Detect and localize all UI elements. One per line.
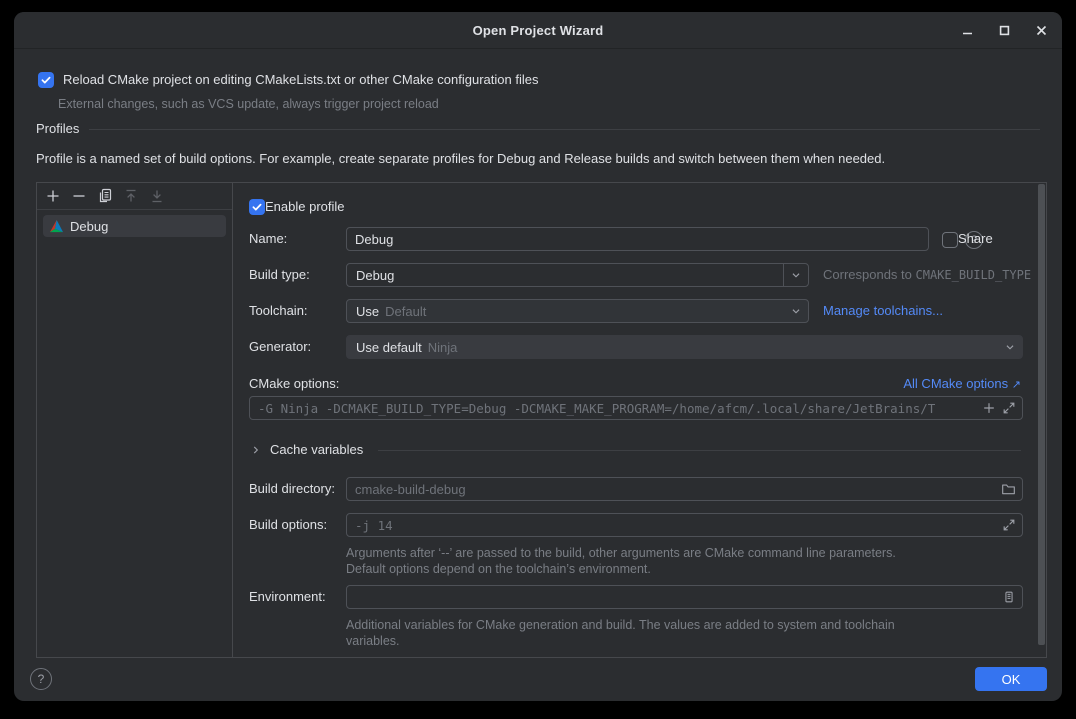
profiles-title: Profiles <box>36 121 79 137</box>
open-project-wizard-dialog: Open Project Wizard Reload CMake project… <box>14 12 1062 701</box>
generator-value: Use defaultNinja <box>347 340 457 355</box>
enable-profile-row: Enable profile <box>233 197 1046 221</box>
profiles-panel: Debug Enable profile Name: <box>36 182 1047 658</box>
minus-icon <box>71 188 87 204</box>
variables-list-icon[interactable] <box>1002 590 1016 604</box>
profile-list-item-debug[interactable]: Debug <box>43 215 226 237</box>
reload-cmake-checkbox[interactable] <box>38 72 54 88</box>
toolchain-label: Toolchain: <box>249 299 308 323</box>
chevron-down-icon <box>998 336 1022 358</box>
move-up-button[interactable] <box>123 188 139 204</box>
generator-row: Generator: Use defaultNinja <box>233 335 1046 359</box>
window-controls <box>958 12 1050 48</box>
minimize-icon <box>960 23 975 38</box>
cmake-options-header-row: CMake options: All CMake options ↗ <box>233 372 1046 396</box>
copy-profile-button[interactable] <box>97 188 113 204</box>
cmake-options-field[interactable] <box>249 396 1023 420</box>
minimize-button[interactable] <box>958 21 976 39</box>
external-link-icon: ↗ <box>1012 379 1021 391</box>
build-type-label: Build type: <box>249 263 310 287</box>
toolchain-select[interactable]: UseDefault <box>346 299 809 323</box>
window-title: Open Project Wizard <box>473 23 604 38</box>
profiles-description: Profile is a named set of build options.… <box>36 151 885 166</box>
expand-icon[interactable] <box>1002 518 1016 532</box>
plus-icon <box>45 188 61 204</box>
build-type-note: Corresponds to CMAKE_BUILD_TYPE <box>823 263 1031 287</box>
section-divider <box>378 450 1021 451</box>
profiles-list-panel: Debug <box>37 183 233 657</box>
build-options-hint-1: Arguments after ‘--’ are passed to the b… <box>346 545 896 561</box>
name-input[interactable] <box>347 228 928 250</box>
folder-icon[interactable] <box>1001 482 1016 497</box>
profiles-toolbar <box>37 183 232 210</box>
build-directory-input[interactable] <box>347 478 1001 500</box>
build-directory-field[interactable] <box>346 477 1023 501</box>
cmake-options-input[interactable] <box>250 397 982 419</box>
build-options-field[interactable] <box>346 513 1023 537</box>
build-type-select[interactable]: Debug <box>346 263 809 287</box>
environment-field[interactable] <box>346 585 1023 609</box>
share-checkbox[interactable] <box>942 232 958 248</box>
build-options-input[interactable] <box>347 514 1002 536</box>
profiles-list: Debug <box>37 210 232 242</box>
move-down-icon <box>149 188 165 204</box>
build-directory-row: Build directory: <box>233 477 1046 501</box>
build-options-hint-2: Default options depend on the toolchain’… <box>346 561 651 577</box>
name-row: Name: Share ? <box>233 227 1046 251</box>
build-type-value: Debug <box>347 268 394 283</box>
environment-hint-2: variables. <box>346 633 400 649</box>
environment-input[interactable] <box>347 586 1002 608</box>
name-field[interactable] <box>346 227 929 251</box>
chevron-down-icon <box>783 264 808 286</box>
ok-button[interactable]: OK <box>975 667 1047 691</box>
dialog-help-button[interactable]: ? <box>30 668 52 690</box>
build-options-row: Build options: <box>233 513 1046 537</box>
copy-icon <box>97 188 113 204</box>
reload-cmake-label: Reload CMake project on editing CMakeLis… <box>63 72 538 88</box>
generator-select[interactable]: Use defaultNinja <box>346 335 1023 359</box>
remove-profile-button[interactable] <box>71 188 87 204</box>
check-icon <box>40 74 52 86</box>
section-divider <box>89 129 1040 130</box>
cmake-options-label: CMake options: <box>249 372 339 396</box>
generator-label: Generator: <box>249 335 311 359</box>
add-option-icon[interactable] <box>982 401 996 415</box>
maximize-button[interactable] <box>995 21 1013 39</box>
build-type-row: Build type: Debug Corresponds to CMAKE_B… <box>233 263 1046 287</box>
toolchain-value: UseDefault <box>347 304 426 319</box>
move-down-button[interactable] <box>149 188 165 204</box>
build-options-label: Build options: <box>249 513 327 537</box>
profiles-section-header: Profiles <box>36 121 1040 137</box>
all-cmake-options-link[interactable]: All CMake options ↗ <box>903 372 1021 397</box>
check-icon <box>251 201 263 213</box>
chevron-down-icon <box>784 300 808 322</box>
environment-row: Environment: <box>233 585 1046 609</box>
close-button[interactable] <box>1032 21 1050 39</box>
profile-settings-panel: Enable profile Name: Share ? Build type: <box>233 183 1046 657</box>
environment-label: Environment: <box>249 585 326 609</box>
chevron-right-icon <box>249 443 263 457</box>
cmake-logo-icon <box>49 219 64 234</box>
manage-toolchains-link[interactable]: Manage toolchains... <box>823 299 943 323</box>
profile-item-label: Debug <box>70 219 108 234</box>
move-up-icon <box>123 188 139 204</box>
cache-variables-label: Cache variables <box>270 440 363 460</box>
close-icon <box>1034 23 1049 38</box>
reload-cmake-hint: External changes, such as VCS update, al… <box>58 96 439 112</box>
toolchain-row: Toolchain: UseDefault Manage toolchains.… <box>233 299 1046 323</box>
share-label: Share <box>958 231 993 247</box>
cache-variables-section[interactable]: Cache variables <box>249 440 1021 460</box>
expand-icon[interactable] <box>1002 401 1016 415</box>
title-bar[interactable]: Open Project Wizard <box>14 12 1062 49</box>
cmake-options-row <box>233 396 1046 420</box>
environment-hint-1: Additional variables for CMake generatio… <box>346 617 895 633</box>
maximize-icon <box>997 23 1012 38</box>
reload-cmake-row: Reload CMake project on editing CMakeLis… <box>38 72 538 88</box>
build-directory-label: Build directory: <box>249 477 335 501</box>
cmake-build-type-code: CMAKE_BUILD_TYPE <box>916 268 1032 282</box>
name-label: Name: <box>249 227 287 251</box>
add-profile-button[interactable] <box>45 188 61 204</box>
enable-profile-checkbox[interactable] <box>249 199 265 215</box>
enable-profile-label: Enable profile <box>265 199 345 215</box>
